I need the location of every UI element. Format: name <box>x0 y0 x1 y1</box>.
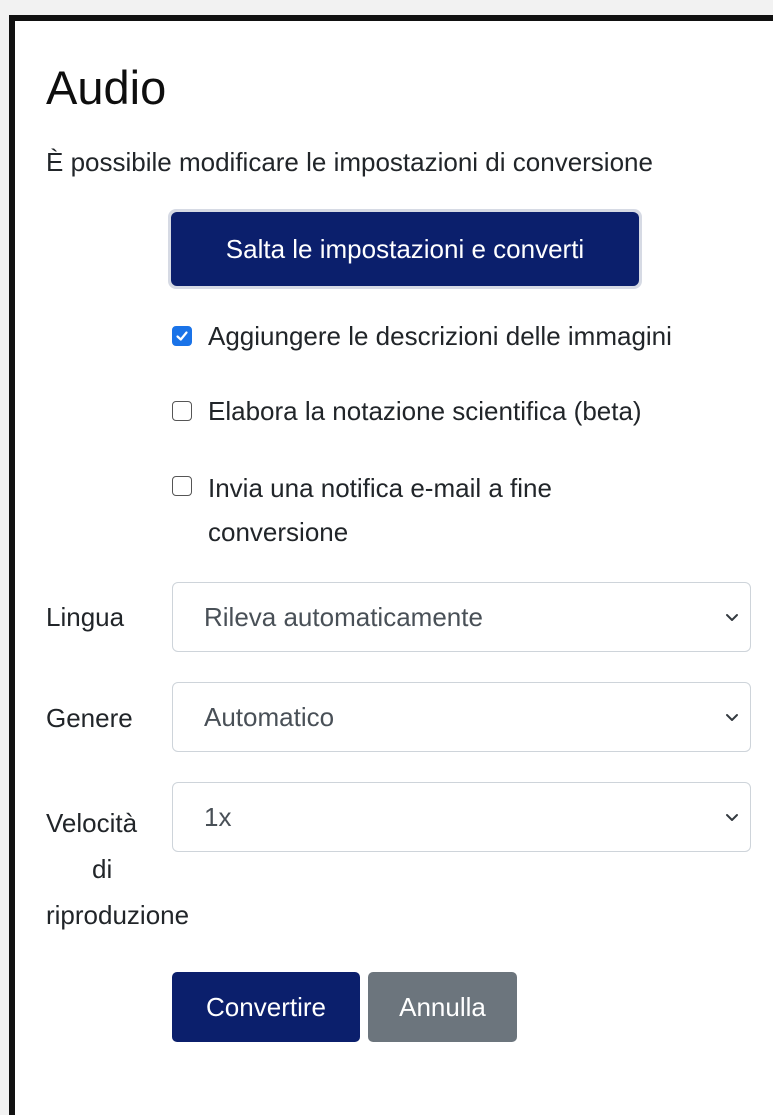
chevron-down-icon <box>726 614 738 621</box>
playback-speed-select-value: 1x <box>204 801 232 832</box>
language-select[interactable]: Rileva automaticamente <box>172 582 751 652</box>
skip-settings-label: Salta le impostazioni e converti <box>171 212 639 286</box>
convert-button[interactable]: Convertire <box>172 972 360 1042</box>
playback-speed-label-line2: di <box>92 854 113 884</box>
playback-speed-select[interactable]: 1x <box>172 782 751 852</box>
email-notification-label: Invia una notifica e-mail a fine convers… <box>208 466 552 554</box>
audio-settings-panel <box>9 15 773 1115</box>
skip-settings-button[interactable]: Salta le impostazioni e converti <box>168 209 642 289</box>
playback-speed-label-line3: riproduzione <box>46 900 190 930</box>
option-scientific-notation[interactable]: Elabora la notazione scientifica (beta) <box>172 391 642 431</box>
page-title: Audio <box>46 61 167 114</box>
email-notification-checkbox[interactable] <box>172 476 192 496</box>
cancel-button[interactable]: Annulla <box>368 972 517 1042</box>
page-subtitle: È possibile modificare le impostazioni d… <box>46 147 653 177</box>
gender-select[interactable]: Automatico <box>172 682 751 752</box>
language-select-value: Rileva automaticamente <box>204 601 483 632</box>
option-email-notification[interactable]: Invia una notifica e-mail a fine convers… <box>172 466 552 554</box>
email-notification-label-line2: conversione <box>208 517 349 547</box>
chevron-down-icon <box>726 814 738 821</box>
gender-label: Genere <box>46 703 133 733</box>
image-descriptions-label: Aggiungere le descrizioni delle immagini <box>208 321 672 351</box>
image-descriptions-checkbox[interactable] <box>172 326 192 346</box>
scientific-notation-checkbox[interactable] <box>172 401 192 421</box>
checkmark-icon <box>176 331 188 341</box>
option-image-descriptions[interactable]: Aggiungere le descrizioni delle immagini <box>172 316 672 356</box>
gender-select-value: Automatico <box>204 701 335 732</box>
chevron-down-icon <box>726 714 738 721</box>
language-label: Lingua <box>46 602 125 632</box>
email-notification-label-line1: Invia una notifica e-mail a fine <box>208 473 552 503</box>
scientific-notation-label: Elabora la notazione scientifica (beta) <box>208 396 642 426</box>
